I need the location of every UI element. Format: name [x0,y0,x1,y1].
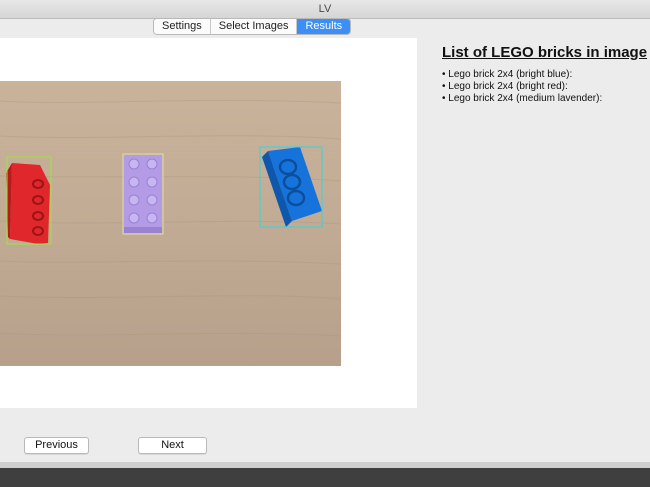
app-window: LV Settings Select Images Results List o… [0,0,650,462]
desktop-background [0,462,650,487]
result-item: Lego brick 2x4 (bright red): [442,81,650,93]
tab-results[interactable]: Results [297,19,351,34]
red-lego-brick [6,163,50,244]
detected-bricks-image [0,81,341,366]
result-item: Lego brick 2x4 (medium lavender): [442,93,650,105]
tab-select-images[interactable]: Select Images [210,19,298,34]
previous-button[interactable]: Previous [24,437,89,454]
window-title: LV [0,0,650,19]
results-list: Lego brick 2x4 (bright blue): Lego brick… [442,69,650,105]
result-item: Lego brick 2x4 (bright blue): [442,69,650,81]
results-title: List of LEGO bricks in image [442,44,648,61]
image-panel [0,38,417,408]
tab-settings[interactable]: Settings [154,19,211,34]
results-panel: List of LEGO bricks in image Lego brick … [442,44,650,105]
lavender-lego-brick [124,155,162,233]
next-button[interactable]: Next [138,437,207,454]
tab-bar: Settings Select Images Results [153,18,352,35]
window-bottom-edge [0,462,650,468]
